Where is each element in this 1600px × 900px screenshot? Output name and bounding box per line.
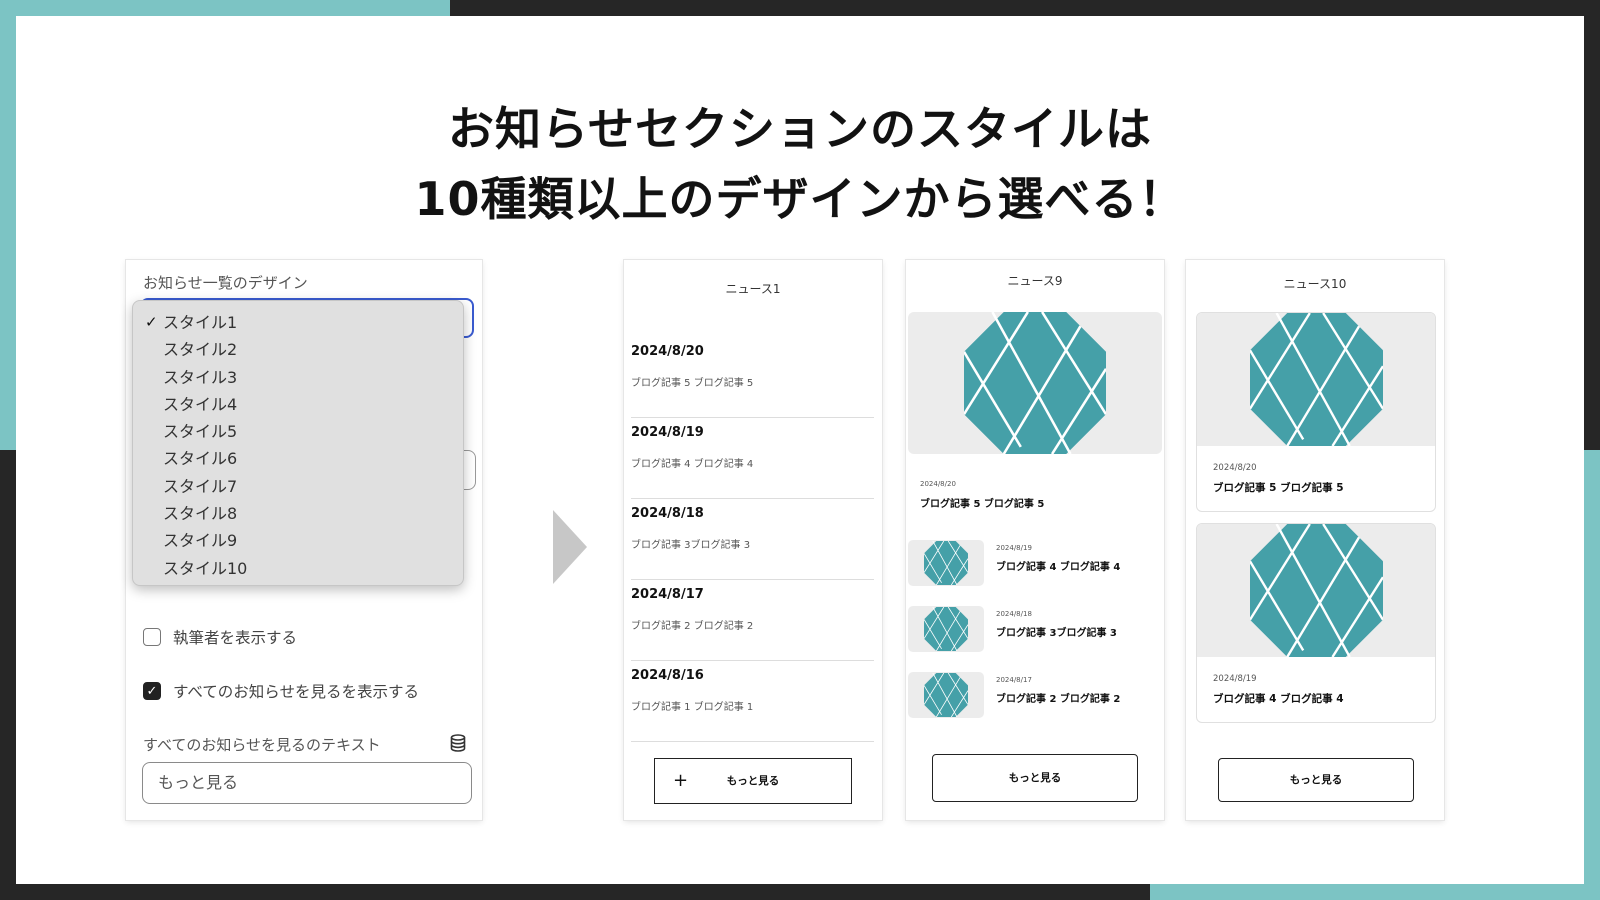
dropdown-option[interactable]: スタイル2 (133, 336, 463, 363)
checkbox-label: すべてのお知らせを見るを表示する (173, 683, 419, 701)
dropdown-option[interactable]: ✓ スタイル1 (133, 309, 463, 336)
dropdown-option[interactable]: スタイル10 (133, 555, 463, 582)
checkmark-icon[interactable]: ✓ (143, 682, 161, 700)
checkbox-show-view-all[interactable]: ✓ すべてのお知らせを見るを表示する (143, 680, 419, 702)
preview-style-9: ニュース9 2024/8/20 ブログ記事 5 ブログ記事 5 2024/8/1… (906, 260, 1164, 820)
news-date: 2024/8/20 (1213, 463, 1257, 473)
accent-bar-bottom-right (1150, 884, 1600, 900)
headline-line-2: 10種類以上のデザインから選べる！ (414, 172, 1186, 226)
dropdown-option-label: スタイル1 (163, 313, 238, 332)
news-title: ブログ記事 5 ブログ記事 5 (1213, 482, 1344, 494)
dropdown-option-label: スタイル10 (163, 558, 248, 578)
plus-icon: + (673, 770, 689, 791)
database-icon[interactable] (450, 734, 466, 752)
preview-style-10: ニュース10 2024/8/20 ブログ記事 5 ブログ記事 5 2024/8/19… (1186, 260, 1444, 820)
news-list-item[interactable]: 2024/8/20 ブログ記事 5 ブログ記事 5 (631, 336, 874, 418)
more-button[interactable]: もっと見る (932, 754, 1138, 802)
more-button[interactable]: もっと見る (1218, 758, 1414, 802)
accent-bar-left (0, 0, 16, 450)
dropdown-option[interactable]: スタイル5 (133, 418, 463, 445)
view-all-text-label: すべてのお知らせを見るのテキスト (143, 736, 381, 754)
dropdown-option-label: スタイル8 (163, 504, 238, 524)
news-title: ブログ記事 4 ブログ記事 4 (631, 459, 754, 470)
dropdown-option[interactable]: スタイル7 (133, 473, 463, 500)
slide: お知らせセクションのスタイルは 10種類以上のデザインから選べる！ お知らせ一覧… (16, 16, 1584, 884)
dropdown-option[interactable]: スタイル6 (133, 445, 463, 472)
news-card[interactable]: 2024/8/19 ブログ記事 4 ブログ記事 4 (1196, 523, 1436, 723)
checkbox-show-author[interactable]: 執筆者を表示する (143, 626, 297, 648)
news-card[interactable]: 2024/8/20 ブログ記事 5 ブログ記事 5 (1196, 312, 1436, 512)
dropdown-option[interactable]: スタイル8 (133, 500, 463, 527)
preview-title: ニュース9 (1007, 274, 1063, 288)
news-date: 2024/8/20 (631, 344, 704, 359)
hexagon-pattern-icon (1249, 313, 1383, 446)
dropdown-option-label: スタイル7 (163, 476, 238, 496)
featured-date: 2024/8/20 (920, 480, 956, 488)
preview-title: ニュース10 (1283, 277, 1347, 291)
featured-title[interactable]: ブログ記事 5 ブログ記事 5 (920, 495, 1044, 510)
dropdown-option-label: スタイル3 (163, 367, 238, 387)
news-title: ブログ記事 4 ブログ記事 4 (996, 562, 1121, 573)
news-title: ブログ記事 3ブログ記事 3 (631, 540, 751, 551)
settings-panel: お知らせ一覧のデザイン ✓ スタイル1 スタイル2 スタイル3 スタイル4 スタイル5 スタ… (126, 260, 482, 820)
hexagon-pattern-icon (924, 541, 968, 585)
news-thumbnail (1197, 524, 1435, 657)
hexagon-pattern-icon (924, 607, 968, 651)
checkbox-icon[interactable] (143, 628, 161, 646)
hexagon-pattern-icon (1249, 524, 1383, 657)
arrow-right-icon (553, 510, 587, 584)
dropdown-option[interactable]: スタイル3 (133, 364, 463, 391)
news-date: 2024/8/17 (996, 676, 1032, 684)
news-date: 2024/8/18 (996, 610, 1032, 618)
dropdown-option-label: スタイル5 (163, 422, 238, 442)
dropdown-option-label: スタイル2 (163, 340, 238, 360)
accent-bar-right (1584, 450, 1600, 900)
news-date: 2024/8/19 (631, 425, 704, 440)
headline-line-1: お知らせセクションのスタイルは (447, 102, 1153, 156)
news-thumbnail[interactable] (908, 672, 984, 718)
more-button-label: もっと見る (726, 775, 780, 787)
design-select-label: お知らせ一覧のデザイン (143, 274, 308, 292)
news-title: ブログ記事 3ブログ記事 3 (996, 628, 1117, 639)
more-button[interactable]: + もっと見る (654, 758, 852, 804)
news-title: ブログ記事 2 ブログ記事 2 (996, 694, 1121, 705)
preview-style-1: ニュース1 2024/8/20 ブログ記事 5 ブログ記事 5 2024/8/19 ブ… (624, 260, 882, 820)
dropdown-option-label: スタイル9 (163, 531, 238, 551)
accent-bar-top-left (0, 0, 450, 16)
news-list-item[interactable]: 2024/8/18 ブログ記事 3ブログ記事 3 (631, 498, 874, 580)
dropdown-option-label: スタイル4 (163, 394, 238, 414)
news-title: ブログ記事 4 ブログ記事 4 (1213, 693, 1344, 705)
dropdown-option-label: スタイル6 (163, 449, 238, 469)
hexagon-pattern-icon (964, 312, 1106, 454)
news-thumbnail[interactable] (908, 540, 984, 586)
more-button-label: もっと見る (1008, 772, 1062, 784)
preview-title: ニュース1 (725, 282, 781, 296)
news-thumbnail (1197, 313, 1435, 446)
hexagon-pattern-icon (924, 673, 968, 717)
view-all-text-input[interactable]: もっと見る (142, 762, 472, 804)
news-date: 2024/8/19 (1213, 674, 1257, 684)
news-title: ブログ記事 5 ブログ記事 5 (631, 378, 754, 389)
news-date: 2024/8/17 (631, 587, 704, 602)
more-button-label: もっと見る (1289, 774, 1343, 786)
headline: お知らせセクションのスタイルは 10種類以上のデザインから選べる！ (16, 94, 1584, 234)
checkmark-icon: ✓ (145, 313, 158, 331)
dropdown-option[interactable]: スタイル4 (133, 391, 463, 418)
news-title: ブログ記事 2 ブログ記事 2 (631, 621, 754, 632)
dropdown-option[interactable]: スタイル9 (133, 527, 463, 554)
news-list-item[interactable]: 2024/8/19 ブログ記事 4 ブログ記事 4 (631, 417, 874, 499)
news-thumbnail[interactable] (908, 606, 984, 652)
checkbox-label: 執筆者を表示する (173, 629, 298, 647)
news-list-item[interactable]: 2024/8/17 ブログ記事 2 ブログ記事 2 (631, 579, 874, 661)
news-title: ブログ記事 1 ブログ記事 1 (631, 702, 754, 713)
news-date: 2024/8/19 (996, 544, 1032, 552)
news-date: 2024/8/16 (631, 668, 704, 683)
design-dropdown-menu: ✓ スタイル1 スタイル2 スタイル3 スタイル4 スタイル5 スタイル6 スタイル7 スタイル… (132, 300, 464, 586)
news-list-item[interactable]: 2024/8/16 ブログ記事 1 ブログ記事 1 (631, 660, 874, 742)
featured-thumbnail[interactable] (908, 312, 1162, 454)
news-date: 2024/8/18 (631, 506, 704, 521)
